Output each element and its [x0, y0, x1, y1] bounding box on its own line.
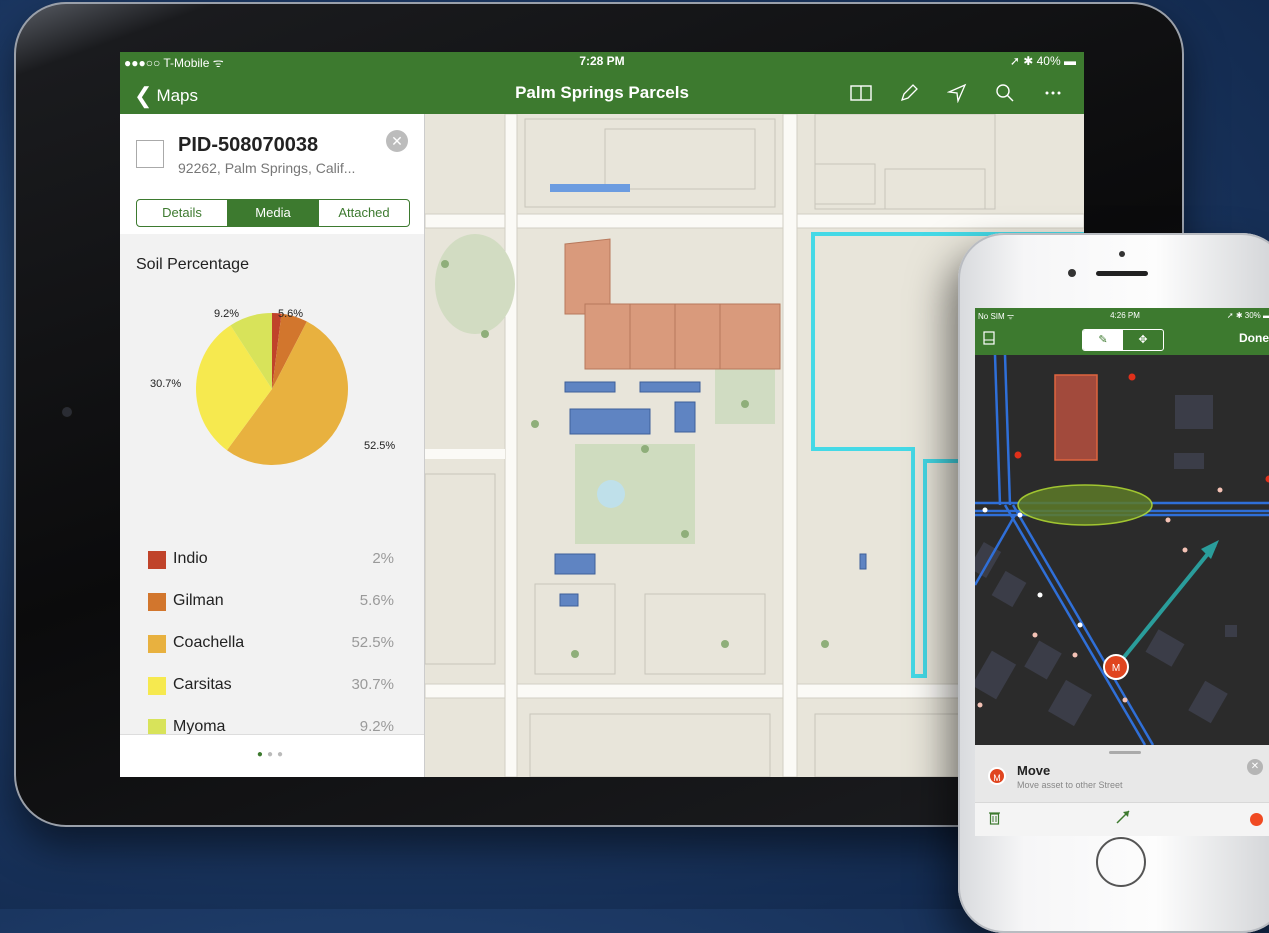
page-dot-active: ●: [257, 749, 267, 760]
panel-footer: ●●●: [120, 734, 424, 777]
tab-details[interactable]: Details: [137, 200, 227, 226]
location-arrow-icon[interactable]: [944, 80, 970, 106]
legend-name: Carsitas: [173, 676, 232, 694]
nav-tools: [848, 80, 1066, 106]
bookmark-icon[interactable]: [983, 331, 995, 348]
more-icon[interactable]: [1040, 80, 1066, 106]
legend-value: 2%: [372, 550, 394, 567]
chart-title: Soil Percentage: [136, 256, 249, 274]
feature-checkbox[interactable]: [136, 140, 164, 168]
soil-pie-chart: 5.6% 52.5% 30.7% 9.2%: [120, 289, 424, 489]
move-card: M Move Move asset to other Street ✕: [975, 745, 1269, 836]
legend-swatch: [148, 593, 166, 611]
move-subtitle: Move asset to other Street: [1017, 780, 1123, 790]
clock-label: 7:28 PM: [120, 54, 1084, 68]
pie-label-coachella: 52.5%: [364, 440, 395, 452]
page-indicator[interactable]: ●●●: [120, 749, 424, 760]
legend-item: Gilman 5.6%: [120, 581, 424, 623]
legend-swatch: [148, 551, 166, 569]
legend-name: Indio: [173, 550, 208, 568]
ipad-camera: [62, 407, 72, 417]
edit-mode-toggle: ✎ ✥: [1082, 329, 1164, 351]
pencil-icon[interactable]: [896, 80, 922, 106]
ipad-status-bar: ●●●○○ T-Mobile ᯤ 7:28 PM ➚ ✱ 40% ▬: [120, 52, 1084, 70]
feature-id: PID-508070038: [178, 134, 318, 157]
iphone-screen: No SIM ᯤ 4:26 PM ➚ ✱ 30% ▬ ✎ ✥ Done: [975, 308, 1269, 836]
panel-tabs: Details Media Attached: [136, 199, 410, 227]
legend-value: 5.6%: [360, 592, 394, 609]
svg-text:M: M: [1112, 663, 1120, 674]
trash-icon[interactable]: [989, 811, 1000, 828]
page-dot: ●: [267, 749, 277, 760]
home-button[interactable]: [1096, 837, 1146, 887]
battery-label: ➚ ✱ 40% ▬: [1010, 54, 1076, 68]
battery-label: ➚ ✱ 30% ▬: [1227, 311, 1269, 320]
tab-attached[interactable]: Attached: [318, 200, 409, 226]
clock-label: 4:26 PM: [975, 311, 1269, 320]
legend-name: Gilman: [173, 592, 224, 610]
chart-legend: Indio 2% Gilman 5.6% Coachella 52.5% Carsit…: [120, 539, 424, 749]
arrow-icon[interactable]: [1115, 809, 1131, 830]
front-camera: [1068, 269, 1076, 277]
iphone-device: No SIM ᯤ 4:26 PM ➚ ✱ 30% ▬ ✎ ✥ Done: [958, 233, 1269, 933]
edit-toolbar: [975, 802, 1269, 836]
search-icon[interactable]: [992, 80, 1018, 106]
page-dot: ●: [277, 749, 287, 760]
pie-label-carsitas: 30.7%: [150, 378, 181, 390]
split-view-icon[interactable]: [848, 80, 874, 106]
pie-label-myoma: 9.2%: [214, 308, 239, 320]
feature-header: PID-508070038 92262, Palm Springs, Calif…: [120, 114, 424, 234]
ipad-screen: ●●●○○ T-Mobile ᯤ 7:28 PM ➚ ✱ 40% ▬ ❮Maps…: [120, 52, 1084, 777]
legend-value: 52.5%: [351, 634, 394, 651]
pencil-icon[interactable]: ✎: [1083, 330, 1123, 350]
move-icon[interactable]: ✥: [1123, 330, 1163, 350]
drag-handle[interactable]: [1109, 751, 1141, 754]
close-icon[interactable]: ✕: [386, 130, 408, 152]
legend-item: Carsitas 30.7%: [120, 665, 424, 707]
proximity-sensor: [1119, 251, 1125, 257]
record-icon[interactable]: [1250, 813, 1263, 826]
earpiece-speaker: [1096, 271, 1148, 276]
legend-swatch: [148, 677, 166, 695]
legend-value: 9.2%: [360, 718, 394, 735]
legend-name: Coachella: [173, 634, 244, 652]
close-icon[interactable]: ✕: [1247, 759, 1263, 775]
tab-media[interactable]: Media: [227, 200, 318, 226]
legend-item: Coachella 52.5%: [120, 623, 424, 665]
asset-badge: M: [988, 767, 1006, 785]
ipad-nav-bar: ❮Maps Palm Springs Parcels: [120, 70, 1084, 114]
utility-network-map[interactable]: M: [975, 355, 1269, 745]
legend-swatch: [148, 635, 166, 653]
iphone-status-bar: No SIM ᯤ 4:26 PM ➚ ✱ 30% ▬: [975, 308, 1269, 323]
pie-label-gilman: 5.6%: [278, 308, 303, 320]
done-button[interactable]: Done: [1239, 331, 1269, 345]
legend-value: 30.7%: [351, 676, 394, 693]
iphone-nav-bar: ✎ ✥ Done: [975, 323, 1269, 355]
feature-panel: PID-508070038 92262, Palm Springs, Calif…: [120, 114, 425, 777]
legend-item: Indio 2%: [120, 539, 424, 581]
move-title: Move: [1017, 763, 1050, 778]
feature-address: 92262, Palm Springs, Calif...: [178, 160, 355, 176]
